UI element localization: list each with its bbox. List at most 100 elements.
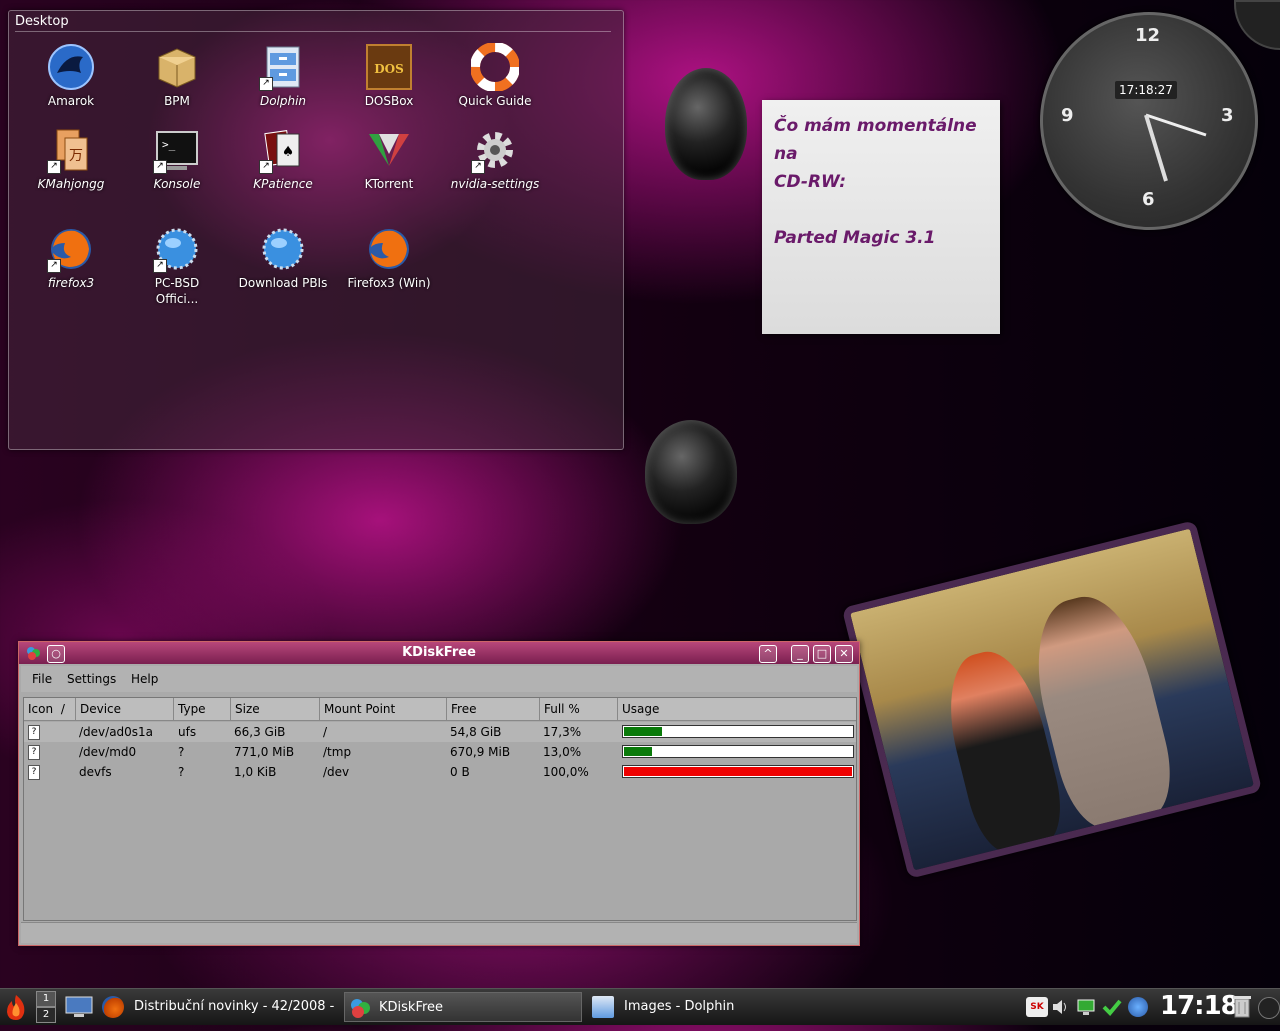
- usage-bar: [622, 745, 854, 758]
- desktop-icon-konsole[interactable]: >_ ↗ Konsole: [132, 126, 222, 192]
- task-kdiskfree[interactable]: KDiskFree: [344, 992, 582, 1022]
- column-header-type[interactable]: Type: [174, 698, 231, 720]
- column-header-icon[interactable]: Icon /: [24, 698, 76, 720]
- show-desktop-icon[interactable]: [64, 995, 94, 1019]
- cell-type: ufs: [178, 725, 197, 739]
- analog-clock-widget[interactable]: 12 3 6 9 17:18:27: [1040, 12, 1258, 230]
- file-manager-icon: ↗: [259, 43, 307, 91]
- pager-desktop-1[interactable]: 1: [36, 991, 56, 1007]
- column-header-usage[interactable]: Usage: [618, 698, 856, 720]
- minimize-button[interactable]: _: [791, 645, 809, 663]
- menu-file[interactable]: File: [32, 672, 52, 686]
- update-ok-icon[interactable]: [1102, 997, 1122, 1017]
- table-row[interactable]: ? devfs ? 1,0 KiB /dev 0 B 100,0%: [24, 762, 856, 782]
- desktop-icon-quick-guide[interactable]: Quick Guide: [450, 42, 540, 109]
- desktop-icon-bpm[interactable]: BPM: [132, 43, 222, 109]
- window-titlebar[interactable]: ○ KDiskFree ^ _ □ ✕: [19, 642, 859, 664]
- note-line: Čo mám momentálne na: [774, 116, 977, 164]
- cell-mount-point: /tmp: [323, 745, 352, 759]
- keep-above-button[interactable]: ^: [759, 645, 777, 663]
- task-label: Distribuční novinky - 42/2008 - M: [134, 999, 334, 1014]
- column-header-size[interactable]: Size: [231, 698, 320, 720]
- cell-full: 17,3%: [543, 725, 582, 739]
- menu-help[interactable]: Help: [131, 672, 158, 686]
- taskbar: 1 2 Distribuční novinky - 42/2008 - M KD…: [0, 988, 1280, 1025]
- column-header-full[interactable]: Full %: [540, 698, 618, 720]
- task-firefox[interactable]: Distribuční novinky - 42/2008 - M: [98, 992, 340, 1022]
- table-row[interactable]: ? /dev/ad0s1a ufs 66,3 GiB / 54,8 GiB 17…: [24, 722, 856, 742]
- kdiskfree-icon: [349, 997, 371, 1019]
- toolbox-icon[interactable]: [1258, 997, 1280, 1019]
- icon-label: Download PBIs: [238, 276, 328, 290]
- file-manager-icon: [592, 996, 614, 1018]
- taskbar-clock[interactable]: 17:18: [1160, 991, 1239, 1021]
- dosbox-icon: DOS: [365, 43, 413, 91]
- keyboard-layout-indicator[interactable]: SK: [1026, 997, 1048, 1017]
- lifebuoy-icon: [470, 42, 520, 92]
- shortcut-arrow-icon: ↗: [47, 259, 61, 273]
- task-dolphin[interactable]: Images - Dolphin: [588, 992, 828, 1022]
- kde-menu-icon[interactable]: [2, 993, 30, 1021]
- cell-size: 1,0 KiB: [234, 765, 277, 779]
- menu-bar: File Settings Help: [21, 666, 857, 692]
- photo-frame-widget[interactable]: [841, 520, 1263, 879]
- menu-settings[interactable]: Settings: [67, 672, 116, 686]
- kdiskfree-window[interactable]: ○ KDiskFree ^ _ □ ✕ File Settings Help I…: [18, 641, 860, 946]
- desktop-icon-kmahjongg[interactable]: 万 ↗ KMahjongg: [26, 126, 116, 192]
- icon-label: firefox3: [47, 276, 95, 290]
- dosbox-text: DOS: [374, 62, 404, 76]
- sticky-note[interactable]: Čo mám momentálne na CD-RW: Parted Magic…: [762, 100, 1000, 334]
- icon-label: Quick Guide: [458, 94, 532, 108]
- cell-free: 0 B: [450, 765, 470, 779]
- close-button[interactable]: ✕: [835, 645, 853, 663]
- table-row[interactable]: ? /dev/md0 ? 771,0 MiB /tmp 670,9 MiB 13…: [24, 742, 856, 762]
- desktop-icon-dosbox[interactable]: DOS DOSBox: [344, 43, 434, 109]
- desktop-icon-firefox3[interactable]: ↗ firefox3: [26, 225, 116, 291]
- cell-mount-point: /: [323, 725, 328, 739]
- update-manager-icon[interactable]: [1128, 997, 1148, 1017]
- icon-label: Konsole: [153, 177, 201, 191]
- icon-label: KPatience: [253, 177, 313, 191]
- water-drop-decoration: [645, 420, 737, 524]
- network-icon[interactable]: [1076, 997, 1096, 1017]
- task-label: Images - Dolphin: [624, 999, 735, 1014]
- folder-view-title: Desktop: [15, 14, 69, 29]
- pager-desktop-2[interactable]: 2: [36, 1007, 56, 1023]
- svg-text:>_: >_: [162, 138, 176, 151]
- icon-label: Amarok: [47, 94, 95, 108]
- water-drop-decoration: [665, 68, 747, 180]
- window-title: KDiskFree: [402, 645, 476, 660]
- shortcut-arrow-icon: ↗: [47, 160, 61, 174]
- globe-icon: ↗: [153, 225, 201, 273]
- desktop-icon-firefox3-win[interactable]: Firefox3 (Win): [344, 225, 434, 291]
- desktop-icon-kpatience[interactable]: ♠ ↗ KPatience: [238, 126, 328, 192]
- mahjong-icon: 万 ↗: [47, 126, 95, 174]
- volume-icon[interactable]: [1050, 997, 1070, 1017]
- column-header-free[interactable]: Free: [447, 698, 540, 720]
- cards-icon: ♠ ↗: [259, 126, 307, 174]
- desktop-pager[interactable]: 1 2: [36, 991, 56, 1023]
- desktop-icon-download-pbis[interactable]: Download PBIs: [238, 225, 328, 291]
- column-header-mount-point[interactable]: Mount Point: [320, 698, 447, 720]
- disk-table[interactable]: Icon / Device Type Size Mount Point Free…: [23, 697, 857, 921]
- desktop-icon-nvidia-settings[interactable]: ↗ nvidia-settings: [450, 126, 540, 192]
- desktop-folder-view: Desktop Amarok BPM ↗ Dolphin DOS DOSBox …: [8, 10, 624, 450]
- amarok-icon: [47, 43, 95, 91]
- desktop-icon-ktorrent[interactable]: KTorrent: [344, 126, 434, 192]
- maximize-button[interactable]: □: [813, 645, 831, 663]
- desktop-icon-pcbsd-official[interactable]: ↗ PC-BSD Offici...: [132, 225, 222, 307]
- globe-icon: [259, 225, 307, 273]
- column-header-device[interactable]: Device: [76, 698, 174, 720]
- icon-label: KTorrent: [364, 177, 414, 191]
- cell-size: 771,0 MiB: [234, 745, 295, 759]
- desktop-icon-dolphin[interactable]: ↗ Dolphin: [238, 43, 328, 109]
- icon-label: KMahjongg: [37, 177, 105, 191]
- desktop-icon-amarok[interactable]: Amarok: [26, 43, 116, 109]
- note-line: Parted Magic 3.1: [774, 228, 936, 248]
- cell-size: 66,3 GiB: [234, 725, 286, 739]
- folder-view-divider: [15, 31, 611, 32]
- trash-icon[interactable]: [1232, 994, 1252, 1018]
- unknown-device-icon: ?: [28, 765, 40, 780]
- cell-device: devfs: [79, 765, 112, 779]
- usage-bar: [622, 725, 854, 738]
